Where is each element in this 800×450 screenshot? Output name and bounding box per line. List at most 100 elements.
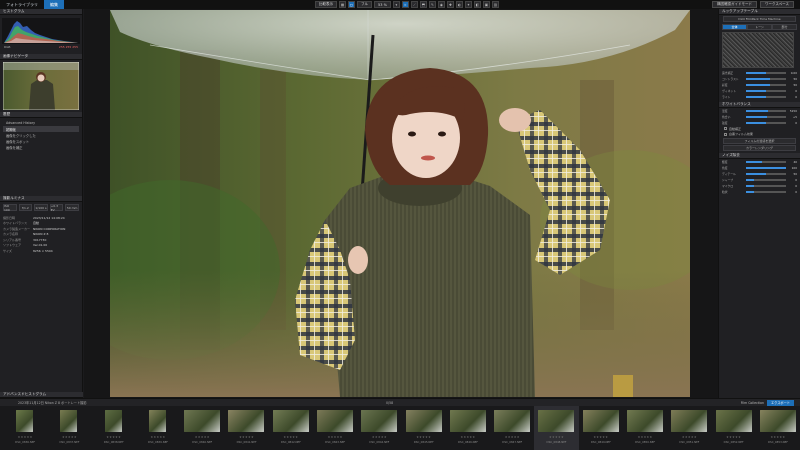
rating-stars-icon[interactable]: ★★★★★ xyxy=(756,435,800,439)
slider-track[interactable] xyxy=(746,161,786,163)
rating-stars-icon[interactable]: ★★★★★ xyxy=(534,435,578,439)
slider-value[interactable]: 100 xyxy=(788,166,797,170)
rating-stars-icon[interactable]: ★★★★★ xyxy=(180,435,224,439)
folder-path[interactable]: 2023年11月12日 Nikon Z 8 ポートレート撮影 xyxy=(0,400,87,405)
slider-value[interactable]: +5 xyxy=(788,115,797,119)
horizon-icon[interactable]: ⟋ xyxy=(410,1,418,8)
film-thumbnail[interactable]: ★★★★★ DSC_0847.NEF xyxy=(490,406,534,450)
red-eye-icon[interactable]: ◉ xyxy=(437,1,445,8)
compare-button[interactable]: 比較表示 xyxy=(315,1,337,8)
tab-customize[interactable]: 編集 xyxy=(44,0,64,9)
film-thumbnail[interactable]: ★★★★★ DSC_0844.NEF xyxy=(357,406,401,450)
slider-track[interactable] xyxy=(746,185,786,187)
slider-value[interactable]: 0 xyxy=(788,184,797,188)
rating-stars-icon[interactable]: ★★★★★ xyxy=(3,435,47,439)
film-thumbnail[interactable]: ★★★★★ DSC_0849.NEF xyxy=(579,406,623,450)
slider-track[interactable] xyxy=(746,110,786,112)
slider-track[interactable] xyxy=(746,96,786,98)
local-adjust-icon[interactable]: ◐ xyxy=(455,1,463,8)
slider-track[interactable] xyxy=(746,179,786,181)
histogram-header[interactable]: ヒストグラム xyxy=(0,9,82,15)
film-thumbnail[interactable]: ★★★★★ DSC_0841.NEF xyxy=(224,406,268,450)
rating-stars-icon[interactable]: ★★★★★ xyxy=(579,435,623,439)
film-thumbnail[interactable]: ★★★★★ DSC_0845.NEF xyxy=(402,406,446,450)
slider-value[interactable]: 0 xyxy=(788,121,797,125)
fullscreen-button[interactable]: フル xyxy=(357,1,372,8)
zoom-level[interactable]: 53 % xyxy=(374,1,391,8)
rating-stars-icon[interactable]: ★★★★★ xyxy=(402,435,446,439)
rating-stars-icon[interactable]: ★★★★★ xyxy=(667,435,711,439)
slider-value[interactable]: 5150 xyxy=(788,109,797,113)
tab-photo-library[interactable]: フォトライブラリ xyxy=(0,0,44,9)
collection-label[interactable]: Film Collection xyxy=(741,401,764,405)
bw-film-checkbox[interactable]: 白黒フィルム効果 xyxy=(719,132,800,138)
film-thumbnail[interactable]: ★★★★★ DSC_0839.NEF xyxy=(136,406,180,450)
rating-stars-icon[interactable]: ★★★★★ xyxy=(313,435,357,439)
rating-stars-icon[interactable]: ★★★★★ xyxy=(446,435,490,439)
mask-icon[interactable]: ▣ xyxy=(482,1,490,8)
crop-icon[interactable]: ⌗ xyxy=(401,1,409,8)
rating-stars-icon[interactable]: ★★★★★ xyxy=(136,435,180,439)
before-after-icon[interactable]: ◧ xyxy=(473,1,481,8)
rating-stars-icon[interactable]: ★★★★★ xyxy=(623,435,667,439)
slider-value[interactable]: 50 xyxy=(788,83,797,87)
export-button[interactable]: エクスポート xyxy=(766,399,794,406)
chevron-down-icon[interactable]: ▾ xyxy=(392,1,400,8)
lut-header[interactable]: ルックアップテーブル xyxy=(719,9,800,15)
slider-track[interactable] xyxy=(746,78,786,80)
film-thumbnail[interactable]: ★★★★★ DSC_0840.NEF xyxy=(180,406,224,450)
fit-icon[interactable]: ◻ xyxy=(348,1,355,8)
film-thumbnail[interactable]: ★★★★★ DSC_0843.NEF xyxy=(313,406,357,450)
slider-value[interactable]: 0.00 xyxy=(788,71,797,75)
retouch-icon[interactable]: ✎ xyxy=(428,1,436,8)
rating-stars-icon[interactable]: ★★★★★ xyxy=(92,435,136,439)
history-item[interactable]: 画像を補正 xyxy=(3,144,79,150)
lut-preset-select[interactable]: DxO FilmPack Time Machine xyxy=(723,16,796,22)
rating-stars-icon[interactable]: ★★★★★ xyxy=(47,435,91,439)
slider-value[interactable]: 0 xyxy=(788,95,797,99)
slider-value[interactable]: 0 xyxy=(788,178,797,182)
hist-channel-label[interactable]: RGB xyxy=(4,45,10,49)
film-thumbnail[interactable]: ★★★★★ DSC_0852.NEF xyxy=(712,406,756,450)
guide-mode-button[interactable]: 構図確認ガイドモード xyxy=(712,1,758,8)
grid-icon[interactable]: ▦ xyxy=(339,1,346,8)
overlay-icon[interactable]: ▥ xyxy=(491,1,499,8)
rating-stars-icon[interactable]: ★★★★★ xyxy=(712,435,756,439)
slider-track[interactable] xyxy=(746,72,786,74)
slider-track[interactable] xyxy=(746,116,786,118)
repair-icon[interactable]: ✦ xyxy=(464,1,472,8)
film-thumbnail[interactable]: ★★★★★ DSC_0848.NEF xyxy=(534,406,579,450)
navigator-thumbnail[interactable] xyxy=(3,62,79,110)
slider-track[interactable] xyxy=(746,90,786,92)
navigator-header[interactable]: 画像ナビゲータ xyxy=(0,54,82,60)
film-thumbnail[interactable]: ★★★★★ DSC_0838.NEF xyxy=(92,406,136,450)
slider-value[interactable]: 50 xyxy=(788,172,797,176)
film-thumbnail[interactable]: ★★★★★ DSC_0842.NEF xyxy=(269,406,313,450)
rating-stars-icon[interactable]: ★★★★★ xyxy=(357,435,401,439)
seg-tone[interactable]: トーン xyxy=(747,24,772,30)
film-thumbnail[interactable]: ★★★★★ DSC_0850.NEF xyxy=(623,406,667,450)
film-thumbnail[interactable]: ★★★★★ DSC_0837.NEF xyxy=(47,406,91,450)
main-photo[interactable] xyxy=(110,10,690,397)
film-thumbnail[interactable]: ★★★★★ DSC_0836.NEF xyxy=(3,406,47,450)
slider-value[interactable]: 0 xyxy=(788,89,797,93)
perspective-icon[interactable]: ⬒ xyxy=(419,1,427,8)
slider-track[interactable] xyxy=(746,84,786,86)
wb-picker-icon[interactable]: ✚ xyxy=(446,1,454,8)
slider-track[interactable] xyxy=(746,191,786,193)
rating-stars-icon[interactable]: ★★★★★ xyxy=(269,435,313,439)
slider-track[interactable] xyxy=(746,122,786,124)
workspace-button[interactable]: ワークスペース xyxy=(760,1,794,8)
film-thumbnail[interactable]: ★★★★★ DSC_0851.NEF xyxy=(667,406,711,450)
slider-track[interactable] xyxy=(746,167,786,169)
seg-local[interactable]: 部分 xyxy=(772,24,797,30)
slider-value[interactable]: 50 xyxy=(788,77,797,81)
rating-stars-icon[interactable]: ★★★★★ xyxy=(490,435,534,439)
film-thumbnail[interactable]: ★★★★★ DSC_0853.NEF xyxy=(756,406,800,450)
slider-value[interactable]: 0 xyxy=(788,190,797,194)
film-thumbnail[interactable]: ★★★★★ DSC_0846.NEF xyxy=(446,406,490,450)
color-rendering-button[interactable]: カラーレンダリング xyxy=(723,145,796,151)
slider-track[interactable] xyxy=(746,173,786,175)
rating-stars-icon[interactable]: ★★★★★ xyxy=(224,435,268,439)
film-texture-button[interactable]: フィルムの質感を選択 xyxy=(723,138,796,144)
